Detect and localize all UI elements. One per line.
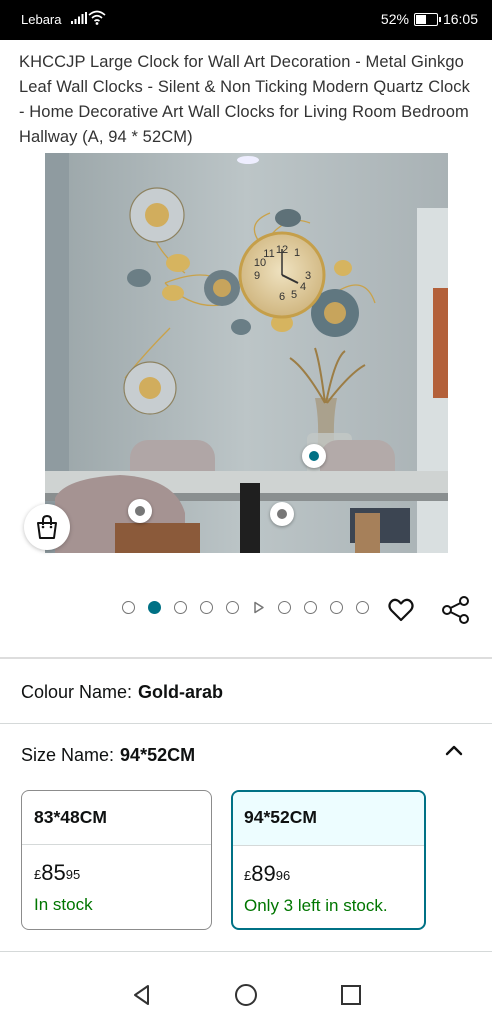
product-image[interactable]: 121345691011 [45,153,448,553]
size-selector-header[interactable]: Size Name: 94*52CM [21,745,195,766]
share-icon[interactable] [441,596,471,624]
wifi-icon [88,10,106,25]
product-title: KHCCJP Large Clock for Wall Art Decorati… [19,53,470,146]
size-option-94x52[interactable]: 94*52CM £8996 Only 3 left in stock. [231,790,426,930]
size-option-83x48[interactable]: 83*48CM £8595 In stock [21,790,212,930]
price-whole: 89 [251,861,276,886]
video-play-indicator-icon[interactable] [252,601,265,614]
carousel-dot[interactable] [122,601,135,614]
divider [0,723,492,724]
hotspot-chair[interactable] [128,499,152,523]
home-circle-icon[interactable] [233,982,259,1008]
system-navigation-bar [0,965,492,1024]
recents-square-icon[interactable] [338,982,364,1008]
carousel-dot[interactable] [226,601,239,614]
size-option-price: £8595 [34,861,211,885]
price-currency: £ [34,867,42,882]
carousel-dot[interactable] [278,601,291,614]
colour-selector[interactable]: Colour Name: Gold-arab [21,682,223,703]
clock-numeral: 6 [279,291,285,303]
image-carousel-indicators[interactable] [122,601,369,614]
clock-numeral: 9 [254,270,260,282]
status-bar: Lebara 52% 16:05 [0,0,492,40]
chevron-up-icon[interactable] [443,741,465,759]
add-to-cart-badge[interactable] [24,504,70,550]
clock-numeral: 11 [263,248,274,260]
size-option-name: 83*48CM [22,791,211,845]
clock-numeral: 4 [300,281,306,293]
clock-time: 16:05 [442,11,478,27]
carousel-dot[interactable] [356,601,369,614]
battery-icon [413,12,441,26]
carousel-dot[interactable] [330,601,343,614]
colour-value: Gold-arab [138,682,224,702]
carousel-dot[interactable] [304,601,317,614]
carrier-name: Lebara [21,12,62,27]
shopping-bag-icon [37,514,57,539]
hotspot-vase[interactable] [302,444,326,468]
divider [0,951,492,952]
price-fraction: 96 [275,868,291,883]
stock-status: Only 3 left in stock. [244,896,388,915]
signal-icon [71,12,87,24]
colour-label: Colour Name: [21,682,133,702]
battery-percent: 52% [380,11,409,27]
size-label: Size Name: [21,745,115,765]
hotspot-table[interactable] [270,502,294,526]
size-option-price: £8996 [244,862,424,886]
carousel-dot[interactable] [174,601,187,614]
size-option-name: 94*52CM [233,792,424,846]
price-fraction: 95 [65,867,81,882]
heart-icon[interactable] [387,596,415,624]
carousel-dot[interactable] [148,601,161,614]
back-triangle-icon[interactable] [129,982,155,1008]
price-currency: £ [244,868,252,883]
divider [0,657,492,659]
stock-status: In stock [34,895,93,914]
size-value: 94*52CM [120,745,196,765]
carousel-dot[interactable] [200,601,213,614]
clock-numeral: 1 [294,247,300,259]
product-photo: 121345691011 [45,153,448,553]
price-whole: 85 [41,860,66,885]
clock-numeral: 5 [291,289,297,301]
